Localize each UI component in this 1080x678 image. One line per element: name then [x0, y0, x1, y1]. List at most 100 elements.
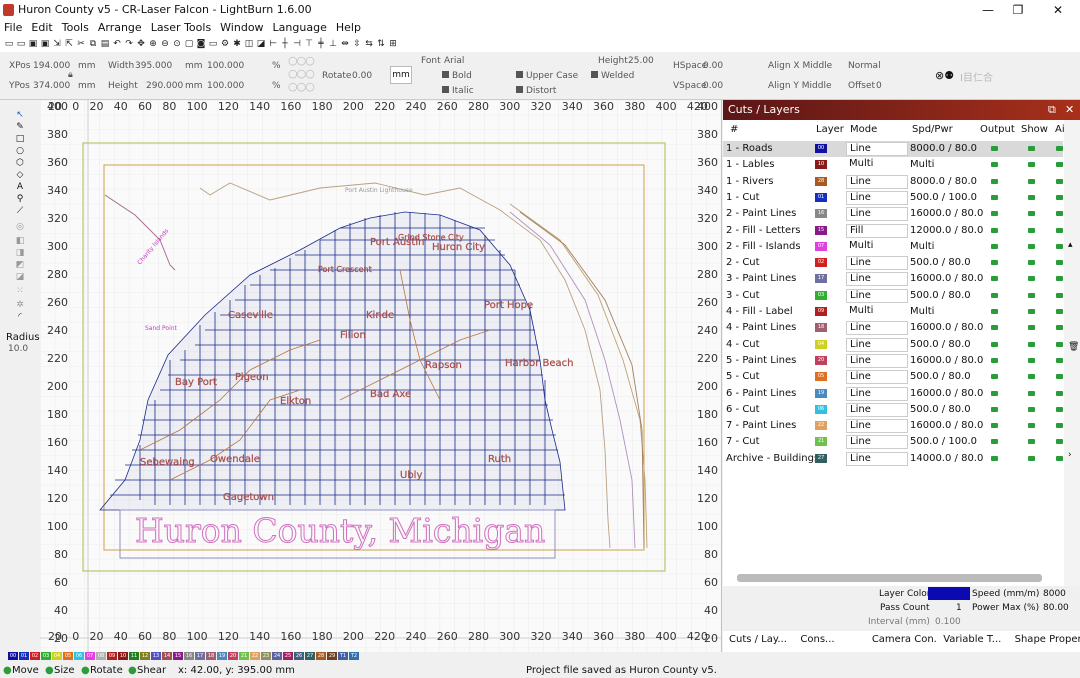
palette-color-swatch[interactable]: 24: [272, 652, 282, 660]
palette-color-swatch[interactable]: 26: [294, 652, 304, 660]
weld-tool-icon[interactable]: ◧: [15, 236, 25, 246]
tab-camera-control[interactable]: Camera Con...: [866, 631, 937, 649]
mode-select[interactable]: Line: [846, 142, 908, 156]
maximize-button[interactable]: ❐: [1000, 0, 1036, 20]
layer-row[interactable]: 3 - Cut 03 Line 500.0 / 80.0: [723, 288, 1063, 304]
mode-select[interactable]: Line: [846, 451, 908, 466]
align-x-select[interactable]: Align X Middle: [768, 61, 832, 71]
palette-color-swatch[interactable]: 03: [41, 652, 51, 660]
menu-file[interactable]: File: [4, 20, 22, 36]
output-toggle[interactable]: [991, 455, 998, 461]
layer-color-swatch[interactable]: 07: [815, 241, 827, 251]
hspace-field[interactable]: 0.00: [703, 61, 723, 71]
rotate-mode[interactable]: Rotate: [90, 665, 123, 676]
font-select[interactable]: Arial: [444, 56, 464, 66]
show-toggle[interactable]: [1028, 276, 1035, 282]
zoom-fit-icon[interactable]: ⊙: [172, 39, 182, 49]
output-toggle[interactable]: [991, 357, 998, 363]
line-tool-icon[interactable]: ◇: [15, 170, 25, 180]
palette-color-swatch[interactable]: 13: [151, 652, 161, 660]
layer-row[interactable]: 1 - Lables 10 Multi Multi: [723, 157, 1063, 173]
welded-checkbox[interactable]: Welded: [591, 71, 634, 81]
palette-color-swatch[interactable]: 05: [63, 652, 73, 660]
palette-color-swatch[interactable]: T1: [338, 652, 348, 660]
layer-row[interactable]: 2 - Paint Lines 16 Line 16000.0 / 80.0: [723, 206, 1063, 222]
show-toggle[interactable]: [1028, 227, 1035, 233]
palette-color-swatch[interactable]: T2: [349, 652, 359, 660]
grid-array-icon[interactable]: ⁙: [15, 286, 25, 296]
palette-color-swatch[interactable]: 04: [52, 652, 62, 660]
mode-select[interactable]: Line: [846, 288, 908, 303]
palette-color-swatch[interactable]: 29: [327, 652, 337, 660]
show-toggle[interactable]: [1028, 260, 1035, 266]
close-button[interactable]: ✕: [1040, 0, 1076, 20]
monitor-icon[interactable]: ▭: [208, 39, 218, 49]
lock-icon[interactable]: 🔒︎: [68, 70, 73, 80]
layer-color-swatch[interactable]: [928, 587, 970, 600]
palette-color-swatch[interactable]: 15: [173, 652, 183, 660]
air-assist-toggle[interactable]: [1056, 357, 1063, 363]
mode-select[interactable]: Multi: [846, 158, 908, 172]
output-toggle[interactable]: [991, 439, 998, 445]
show-toggle[interactable]: [1028, 357, 1035, 363]
air-assist-toggle[interactable]: [1056, 194, 1063, 200]
align-middle-icon[interactable]: ╪: [316, 39, 326, 49]
palette-color-swatch[interactable]: 16: [184, 652, 194, 660]
palette-color-swatch[interactable]: 10: [118, 652, 128, 660]
tab-console[interactable]: Cons...: [794, 631, 865, 649]
zoom-out-icon[interactable]: ⊖: [160, 39, 170, 49]
layer-color-swatch[interactable]: 18: [815, 323, 827, 333]
show-toggle[interactable]: [1028, 374, 1035, 380]
menu-help[interactable]: Help: [336, 20, 361, 36]
output-toggle[interactable]: [991, 390, 998, 396]
cut-icon[interactable]: ✂: [76, 39, 86, 49]
layer-color-swatch[interactable]: 04: [815, 339, 827, 349]
layer-color-swatch[interactable]: 15: [815, 225, 827, 235]
align-y-select[interactable]: Align Y Middle: [768, 81, 832, 91]
mode-select[interactable]: Line: [846, 386, 908, 401]
paste-icon[interactable]: ▤: [100, 39, 110, 49]
import-icon[interactable]: ⇲: [52, 39, 62, 49]
layer-color-swatch[interactable]: 17: [815, 274, 827, 284]
mode-select[interactable]: Multi: [846, 305, 908, 319]
show-toggle[interactable]: [1028, 439, 1035, 445]
ypos-field[interactable]: 374.000: [33, 81, 70, 91]
mode-select[interactable]: Line: [846, 256, 908, 271]
frame-icon[interactable]: ▢: [184, 39, 194, 49]
align-right-icon[interactable]: ⊣: [292, 39, 302, 49]
layer-color-swatch[interactable]: 06: [815, 404, 827, 414]
move-mode[interactable]: Move: [12, 665, 39, 676]
palette-color-swatch[interactable]: 17: [195, 652, 205, 660]
italic-checkbox[interactable]: Italic: [442, 86, 474, 96]
settings-gear-icon[interactable]: ⚙: [220, 39, 230, 49]
menu-window[interactable]: Window: [220, 20, 263, 36]
speed-field[interactable]: 8000: [1043, 589, 1066, 599]
mode-select[interactable]: Line: [846, 402, 908, 417]
palette-color-swatch[interactable]: 25: [283, 652, 293, 660]
align-bottom-icon[interactable]: ⊥: [328, 39, 338, 49]
palette-color-swatch[interactable]: 11: [129, 652, 139, 660]
subtract-tool-icon[interactable]: ◩: [15, 260, 25, 270]
layer-row[interactable]: 1 - Rivers 28 Line 8000.0 / 80.0: [723, 174, 1063, 190]
align-center-icon[interactable]: ┼: [280, 39, 290, 49]
layer-color-swatch[interactable]: 22: [815, 421, 827, 431]
show-toggle[interactable]: [1028, 243, 1035, 249]
group-icon[interactable]: ◫: [244, 39, 254, 49]
move-icon[interactable]: ✥: [136, 39, 146, 49]
air-assist-toggle[interactable]: [1056, 406, 1063, 412]
show-toggle[interactable]: [1028, 178, 1035, 184]
air-assist-toggle[interactable]: [1056, 243, 1063, 249]
output-toggle[interactable]: [991, 227, 998, 233]
scroll-down-icon[interactable]: ›: [1068, 450, 1072, 460]
layer-row[interactable]: 2 - Fill - Letters 15 Fill 12000.0 / 80.0: [723, 223, 1063, 239]
layer-color-swatch[interactable]: 03: [815, 290, 827, 300]
corner-radius-icon[interactable]: ◜: [15, 312, 25, 322]
show-toggle[interactable]: [1028, 146, 1035, 151]
show-toggle[interactable]: [1028, 390, 1035, 396]
interval-field[interactable]: 0.100: [935, 617, 961, 627]
ungroup-icon[interactable]: ◪: [256, 39, 266, 49]
layer-row[interactable]: 7 - Cut 21 Line 500.0 / 100.0: [723, 434, 1063, 450]
rotate-field[interactable]: 0.00: [352, 71, 372, 81]
mode-select[interactable]: Line: [846, 321, 908, 336]
boolean-tools-icon[interactable]: ⊗⚉: [935, 69, 954, 82]
